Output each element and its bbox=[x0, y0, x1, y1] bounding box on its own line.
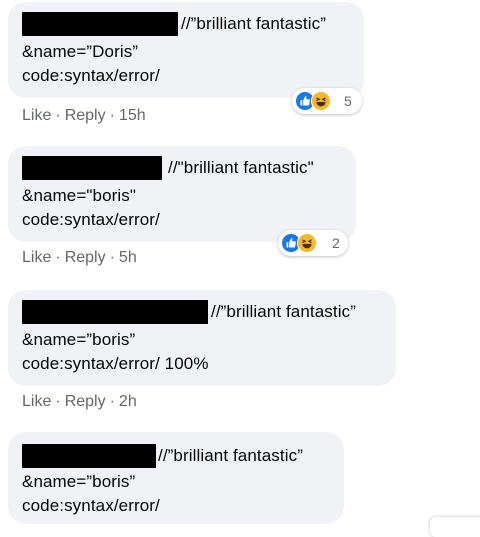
separator-dot: · bbox=[109, 393, 115, 410]
comment-text-line-2: &name="boris" bbox=[22, 186, 137, 205]
reaction-count: 2 bbox=[332, 235, 340, 251]
comment-text-line-3: code:syntax/error/ bbox=[22, 210, 160, 229]
comment-text-line-2: &name=”boris” bbox=[22, 330, 136, 349]
comment-text-line-1: //”brilliant fantastic” bbox=[158, 446, 303, 465]
comment-timestamp: 15h bbox=[118, 107, 146, 124]
like-link[interactable]: Like bbox=[22, 106, 51, 126]
reply-link[interactable]: Reply bbox=[65, 248, 106, 268]
separator-dot: · bbox=[55, 393, 61, 410]
redacted-author-name bbox=[22, 156, 162, 180]
redacted-author-name bbox=[22, 300, 208, 324]
redacted-author-name bbox=[22, 444, 156, 468]
comment-text-line-3: code:syntax/error/ 100% bbox=[22, 354, 209, 373]
comment-text-line-1: //"brilliant fantastic" bbox=[168, 158, 314, 177]
separator-dot: · bbox=[109, 249, 115, 266]
comment-timestamp: 5h bbox=[118, 249, 137, 266]
like-link[interactable]: Like bbox=[22, 392, 51, 412]
haha-reaction-icon bbox=[311, 91, 331, 111]
comment-actions: Like · Reply · 2h bbox=[22, 392, 137, 412]
like-link[interactable]: Like bbox=[22, 248, 51, 268]
reaction-summary[interactable]: 2 bbox=[278, 230, 348, 256]
reply-link[interactable]: Reply bbox=[65, 106, 106, 126]
comment-text-line-2: &name=”boris” bbox=[22, 472, 136, 491]
comment-text-line-2: &name=”Doris” bbox=[22, 42, 139, 61]
separator-dot: · bbox=[55, 249, 61, 266]
comment-text-line-3: code:syntax/error/ bbox=[22, 66, 160, 85]
comment-actions: Like · Reply · 15h bbox=[22, 106, 146, 126]
comment-timestamp: 2h bbox=[118, 393, 137, 410]
comment-actions: Like · Reply · 5h bbox=[22, 248, 137, 268]
reply-link[interactable]: Reply bbox=[65, 392, 106, 412]
separator-dot: · bbox=[55, 107, 61, 124]
comment-text-line-1: //”brilliant fantastic” bbox=[181, 14, 326, 33]
comment-text-line-3: code:syntax/error/ bbox=[22, 496, 160, 515]
redacted-author-name bbox=[22, 12, 178, 36]
partial-overlay-card bbox=[430, 517, 480, 537]
separator-dot: · bbox=[109, 107, 115, 124]
reaction-summary[interactable]: 5 bbox=[292, 88, 362, 114]
comment-text-line-1: //”brilliant fantastic” bbox=[211, 302, 356, 321]
haha-reaction-icon bbox=[297, 233, 317, 253]
reaction-count: 5 bbox=[344, 93, 352, 109]
